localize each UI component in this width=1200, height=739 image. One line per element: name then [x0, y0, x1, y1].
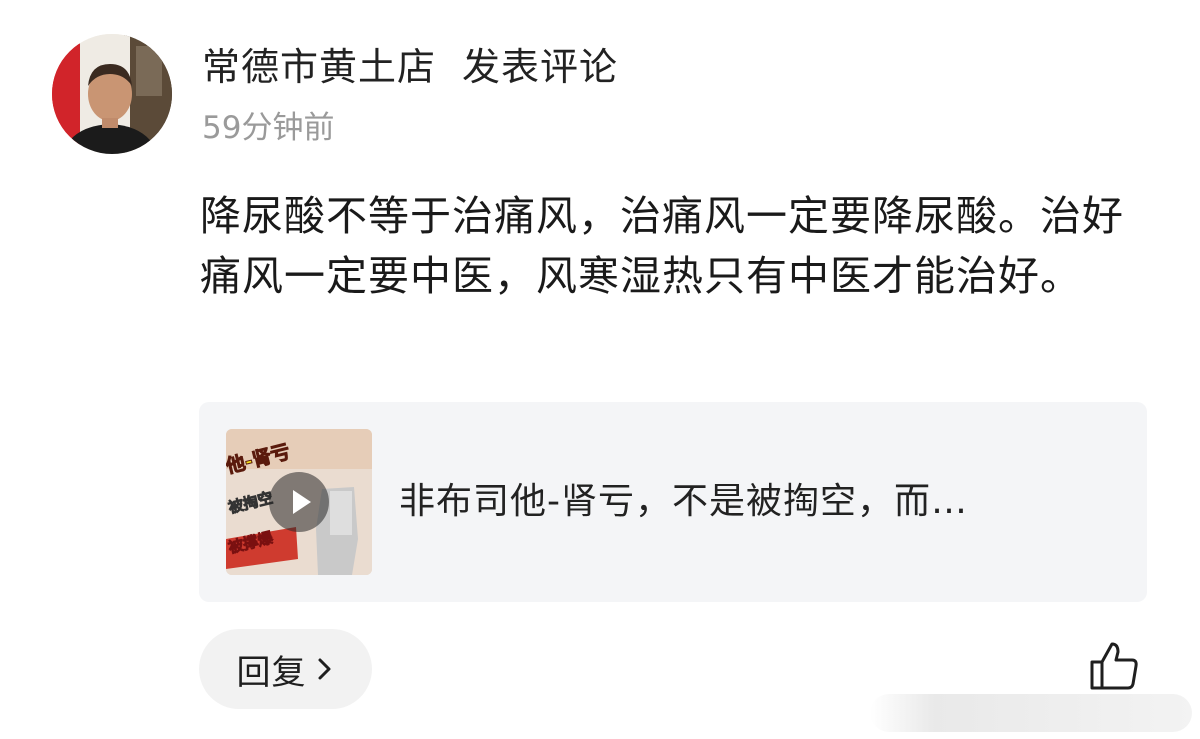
comment-body: 降尿酸不等于治痛风，治痛风一定要降尿酸。治好痛风一定要中医，风寒湿热只有中医才能… — [200, 192, 1124, 300]
avatar[interactable] — [52, 34, 172, 154]
author-name[interactable]: 常德市黄土店 — [202, 45, 436, 89]
avatar-image — [52, 34, 172, 154]
like-button[interactable] — [1088, 640, 1140, 692]
video-thumbnail[interactable]: 他-肾亏 被掏空 被撑爆 — [226, 429, 372, 575]
comment-header: 常德市黄土店 发表评论 — [202, 40, 618, 94]
reply-button[interactable]: 回复 — [199, 629, 372, 709]
comment-action-label: 发表评论 — [462, 45, 619, 89]
comment-timestamp: 59分钟前 — [202, 110, 335, 146]
chevron-right-icon — [318, 658, 330, 680]
thumbs-up-icon — [1090, 642, 1138, 690]
link-card-title: 非布司他-肾亏，不是被掏空，而… — [399, 481, 968, 522]
comment-page: 常德市黄土店 发表评论 59分钟前 降尿酸不等于治痛风，治痛风一定要降尿酸。治好痛… — [0, 0, 1200, 739]
link-card[interactable]: 他-肾亏 被掏空 被撑爆 非布司他-肾亏，不是被掏空，而… — [199, 402, 1147, 602]
play-icon[interactable] — [269, 472, 329, 532]
reply-label: 回复 — [236, 652, 307, 693]
watermark — [870, 694, 1192, 732]
